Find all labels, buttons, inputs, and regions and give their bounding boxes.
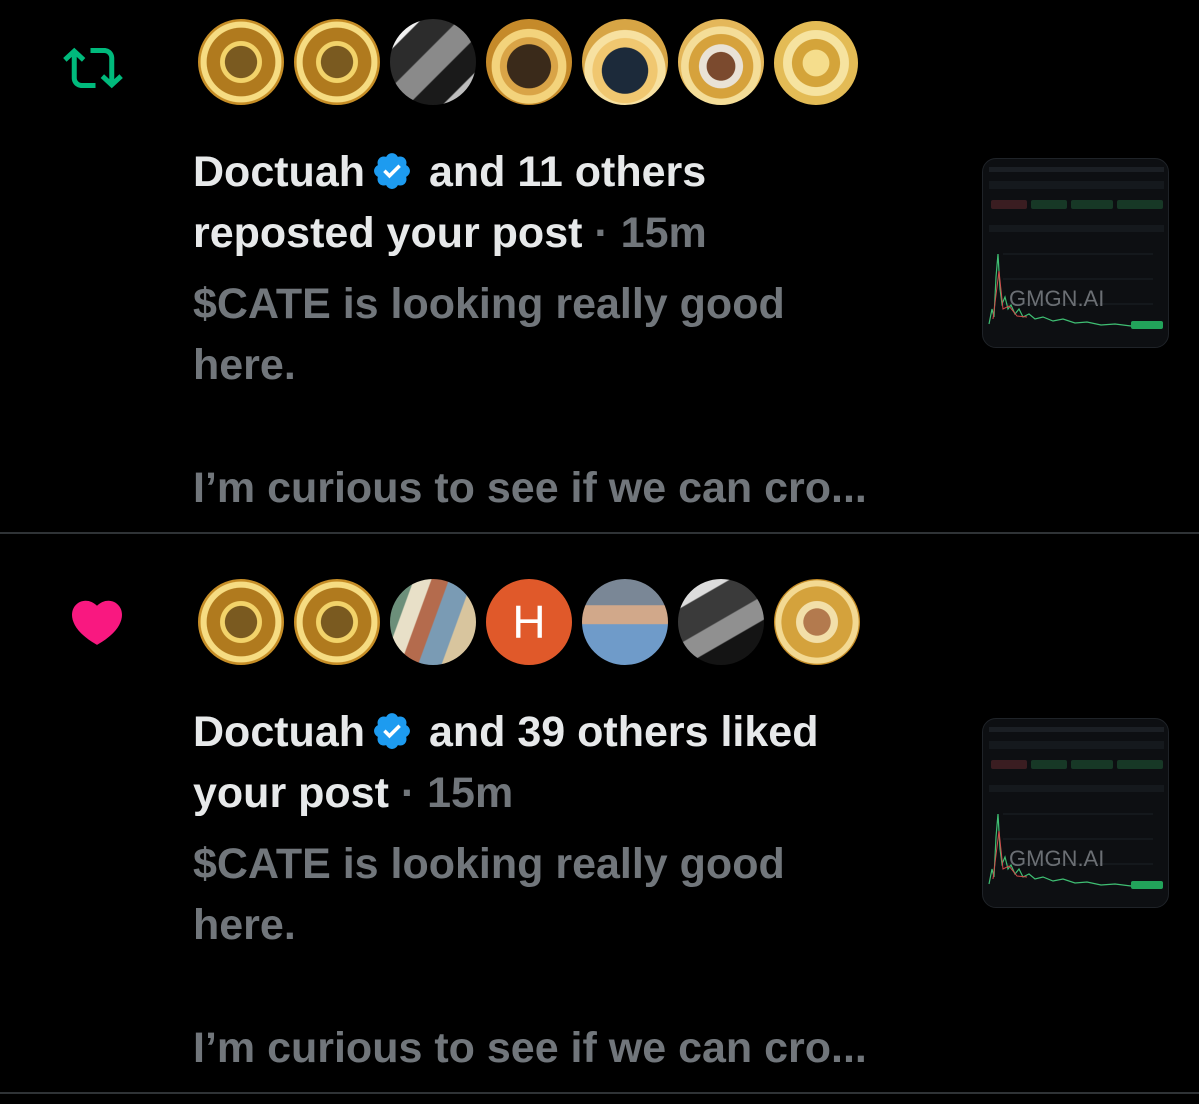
verified-badge-icon: [374, 153, 410, 189]
avatar[interactable]: [291, 16, 383, 108]
timestamp: · 15m: [582, 209, 707, 257]
notification-headline: Doctuah and 11 others reposted your post …: [193, 148, 707, 257]
heart-icon: [71, 600, 123, 645]
avatar[interactable]: [387, 16, 479, 108]
post-media-thumbnail[interactable]: GMGN.AI: [982, 718, 1169, 908]
timestamp: · 15m: [388, 769, 514, 817]
notification-like[interactable]: H Doctuah and 39 others liked your post ·…: [0, 534, 1199, 1094]
post-preview-text[interactable]: $CATE is looking really good here. I’m c…: [193, 274, 893, 519]
avatar-letter: H: [512, 596, 546, 648]
avatar[interactable]: [675, 576, 767, 668]
avatar[interactable]: [771, 18, 861, 108]
avatar[interactable]: [387, 576, 479, 668]
avatar[interactable]: [291, 576, 383, 668]
notification-repost[interactable]: Doctuah and 11 others reposted your post …: [0, 0, 1199, 534]
avatar[interactable]: [579, 16, 671, 108]
user-name[interactable]: Doctuah: [193, 148, 365, 196]
chart-thumbnail-image: [988, 727, 1164, 889]
chart-thumbnail-image: [988, 167, 1164, 329]
avatar[interactable]: [483, 16, 575, 108]
post-preview-text[interactable]: $CATE is looking really good here. I’m c…: [193, 834, 893, 1079]
avatar[interactable]: H: [483, 576, 575, 668]
user-name[interactable]: Doctuah: [193, 708, 365, 756]
avatar[interactable]: [195, 576, 287, 668]
notification-headline: Doctuah and 39 others liked your post · 1…: [193, 708, 819, 817]
chart-watermark: GMGN.AI: [1009, 286, 1105, 311]
avatar[interactable]: [771, 576, 863, 668]
avatar[interactable]: [195, 16, 287, 108]
repost-icon: [63, 47, 123, 89]
avatar[interactable]: [675, 16, 767, 108]
avatar[interactable]: [579, 576, 671, 668]
post-media-thumbnail[interactable]: GMGN.AI: [982, 158, 1169, 348]
chart-watermark: GMGN.AI: [1009, 846, 1105, 871]
verified-badge-icon: [374, 713, 410, 749]
